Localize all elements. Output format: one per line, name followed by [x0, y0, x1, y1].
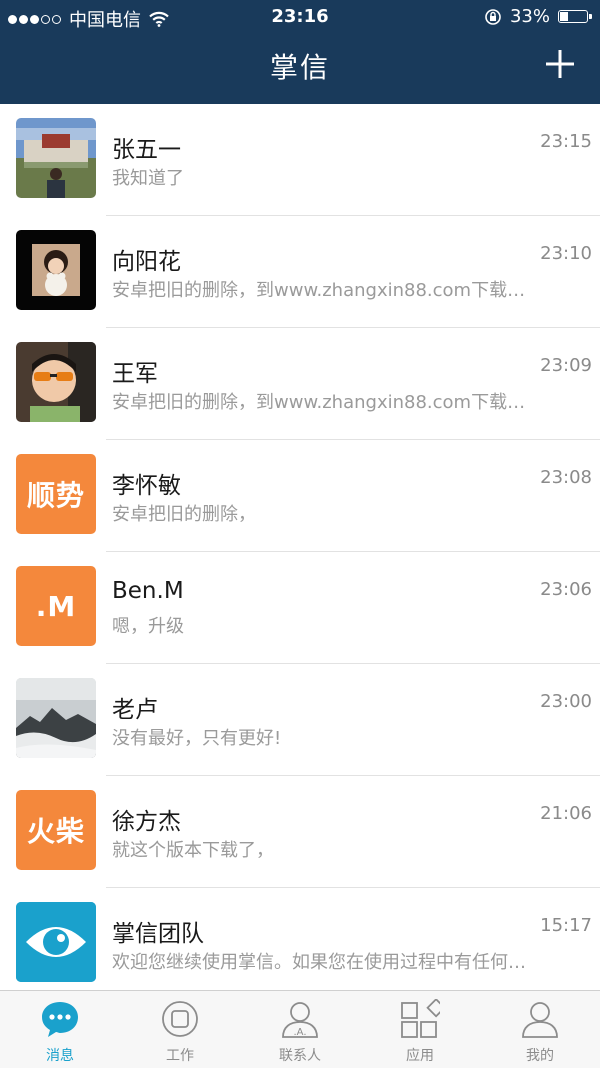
conversation-row[interactable]: 老卢 没有最好，只有更好! 23:00 [0, 664, 600, 776]
contact-icon: .A. [282, 1002, 318, 1038]
contact-name: 老卢 [112, 697, 158, 723]
conversation-row[interactable]: 王军 安卓把旧的删除，到www.zhangxin88.com下载新版 23:09 [0, 328, 600, 440]
tab-me[interactable]: 我的 [480, 991, 600, 1068]
tab-label: 联系人 [279, 1048, 321, 1064]
tab-contacts[interactable]: .A. 联系人 [240, 991, 360, 1068]
message-preview: 就这个版本下载了， [112, 840, 274, 861]
add-button[interactable] [542, 46, 578, 82]
message-time: 23:09 [540, 355, 592, 376]
contact-name: 掌信团队 [112, 921, 204, 947]
message-time: 23:06 [540, 579, 592, 600]
avatar [16, 902, 96, 982]
message-time: 23:00 [540, 691, 592, 712]
contact-name: 李怀敏 [112, 473, 181, 499]
battery-percent: 33% [509, 6, 550, 27]
page-title: 掌信 [269, 51, 330, 84]
svg-text:.A.: .A. [293, 1027, 306, 1038]
eye-icon [16, 902, 96, 982]
conversation-row[interactable]: 掌信团队 欢迎您继续使用掌信。如果您在使用过程中有任何问题 15:17 [0, 888, 600, 990]
contact-name: 徐方杰 [112, 809, 181, 835]
conversation-row[interactable]: 张五一 我知道了 23:15 [0, 104, 600, 216]
avatar [16, 230, 96, 310]
tab-bar: 消息 工作 .A. 联系人 应用 我的 [0, 990, 600, 1068]
tab-label: 消息 [46, 1048, 74, 1064]
avatar [16, 342, 96, 422]
status-bar: 中国电信 23:16 33% [0, 0, 600, 36]
contact-name: 向阳花 [112, 249, 181, 275]
battery-icon [558, 10, 592, 23]
avatar: 顺势 [16, 454, 96, 534]
tab-apps[interactable]: 应用 [360, 991, 480, 1068]
conversation-row[interactable]: 向阳花 安卓把旧的删除，到www.zhangxin88.com下载新版 23:1… [0, 216, 600, 328]
tab-messages[interactable]: 消息 [0, 991, 120, 1068]
message-time: 23:15 [540, 131, 592, 152]
avatar [16, 678, 96, 758]
apps-grid-icon [401, 999, 440, 1038]
square-circle-icon [162, 1001, 198, 1037]
tab-label: 应用 [406, 1048, 434, 1064]
message-preview: 安卓把旧的删除， [112, 504, 256, 525]
conversation-list: 张五一 我知道了 23:15 向阳花 安卓把旧的删除，到www.zhangxin… [0, 104, 600, 990]
message-time: 23:08 [540, 467, 592, 488]
message-preview: 安卓把旧的删除，到www.zhangxin88.com下载新版 [112, 392, 542, 413]
message-preview: 我知道了 [112, 168, 184, 189]
message-time: 21:06 [540, 803, 592, 824]
plus-icon [546, 50, 574, 78]
message-preview: 没有最好，只有更好! [112, 728, 282, 749]
contact-name: 王军 [112, 361, 158, 387]
tab-label: 工作 [166, 1048, 194, 1064]
tab-label: 我的 [526, 1048, 554, 1064]
tab-work[interactable]: 工作 [120, 991, 240, 1068]
chat-bubble-icon [42, 1002, 78, 1037]
message-preview: 安卓把旧的删除，到www.zhangxin88.com下载新版 [112, 280, 542, 301]
rotation-lock-icon [484, 8, 502, 26]
app-header: 中国电信 23:16 33% 掌信 [0, 0, 600, 104]
conversation-row[interactable]: 顺势 李怀敏 安卓把旧的删除， 23:08 [0, 440, 600, 552]
avatar-initials: 顺势 [26, 479, 85, 512]
contact-name: 张五一 [112, 137, 181, 163]
person-icon [522, 1002, 558, 1038]
message-preview: 欢迎您继续使用掌信。如果您在使用过程中有任何问题 [112, 952, 542, 973]
conversation-row[interactable]: 火柴 徐方杰 就这个版本下载了， 21:06 [0, 776, 600, 888]
avatar: 火柴 [16, 790, 96, 870]
avatar [16, 118, 96, 198]
message-time: 23:10 [540, 243, 592, 264]
conversation-row[interactable]: .M Ben.M 嗯，升级 23:06 [0, 552, 600, 664]
avatar-initials: .M [35, 589, 77, 623]
message-time: 15:17 [540, 915, 592, 936]
contact-name: Ben.M [112, 578, 184, 604]
avatar: .M [16, 566, 96, 646]
avatar-initials: 火柴 [26, 815, 85, 848]
message-preview: 嗯，升级 [112, 616, 184, 637]
